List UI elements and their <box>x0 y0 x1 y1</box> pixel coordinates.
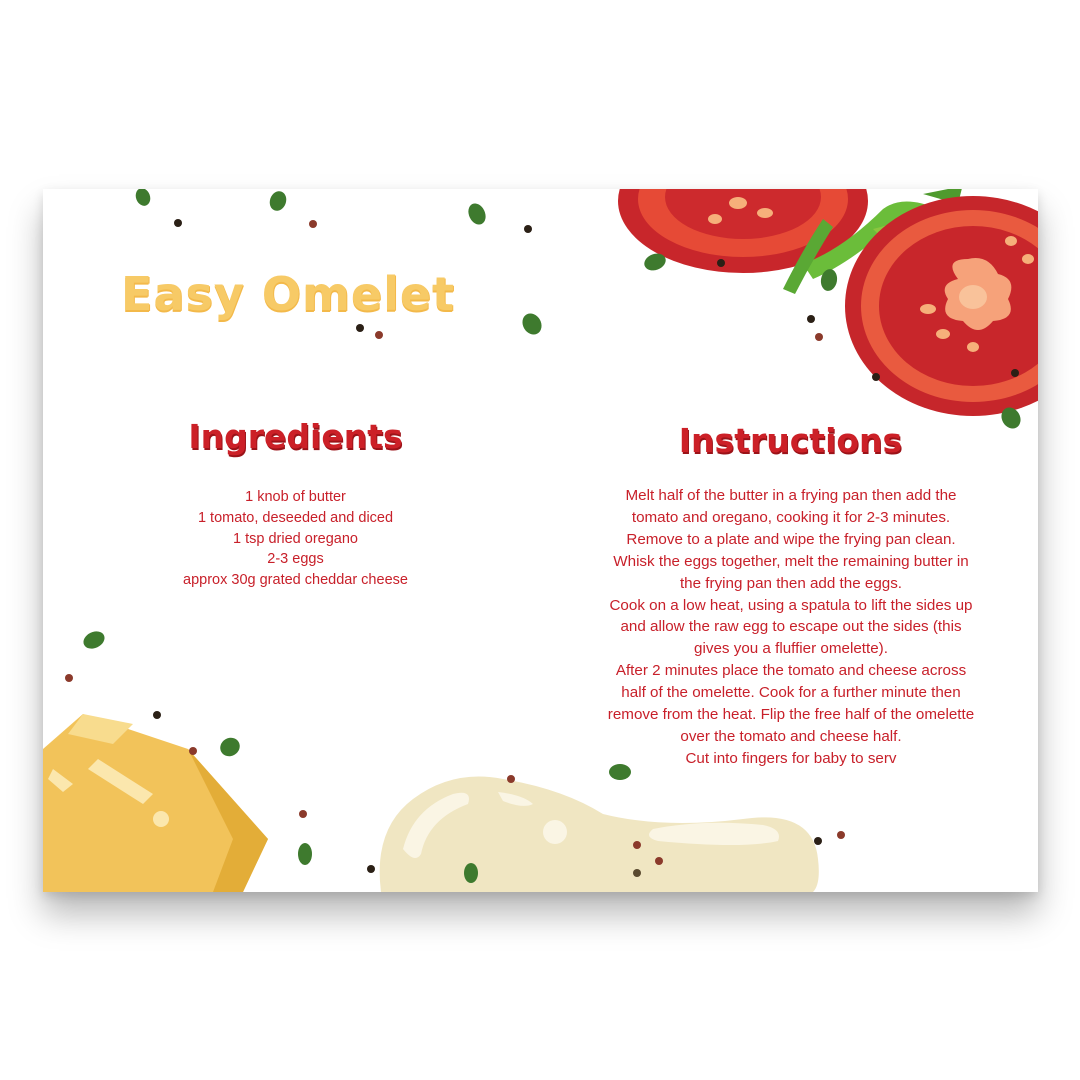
instruction-line: tomato and oregano, cooking it for 2-3 m… <box>631 508 951 526</box>
instruction-line: Cook on a low heat, using a spatula to l… <box>609 596 973 614</box>
recipe-card: Easy Omelet Ingredients 1 knob of butter… <box>43 189 1038 892</box>
instruction-line: Cut into fingers for baby to serv <box>685 749 897 767</box>
instruction-line: After 2 minutes place the tomato and che… <box>615 662 967 680</box>
ingredient-item: 1 tsp dried oregano <box>233 530 358 547</box>
instruction-line: Remove to a plate and wipe the frying pa… <box>626 530 956 548</box>
ingredient-item: approx 30g grated cheddar cheese <box>183 572 408 589</box>
ingredient-item: 1 tomato, deseeded and diced <box>197 509 394 526</box>
instruction-line: and allow the raw egg to escape out the … <box>620 618 962 636</box>
instruction-line: gives you a fluffier omelette). <box>694 640 888 658</box>
instruction-line: remove from the heat. Flip the free half… <box>607 706 975 724</box>
ingredients-list: 1 knob of butter 1 tomato, deseeded and … <box>123 487 468 591</box>
recipe-title: Easy Omelet <box>121 267 456 321</box>
ingredients-heading: Ingredients <box>188 417 403 456</box>
instructions-text: Melt half of the butter in a frying pan … <box>586 485 996 770</box>
instruction-line: the frying pan then add the eggs. <box>679 574 903 592</box>
instruction-line: over the tomato and cheese half. <box>680 727 902 745</box>
egg-puddle <box>379 776 819 892</box>
instruction-line: half of the omelette. Cook for a further… <box>621 684 961 702</box>
ingredient-item: 2-3 eggs <box>267 551 324 568</box>
ingredient-item: 1 knob of butter <box>245 489 346 505</box>
instruction-line: Whisk the eggs together, melt the remain… <box>613 552 969 570</box>
instruction-line: Melt half of the butter in a frying pan … <box>625 487 957 504</box>
instructions-heading: Instructions <box>678 421 903 460</box>
